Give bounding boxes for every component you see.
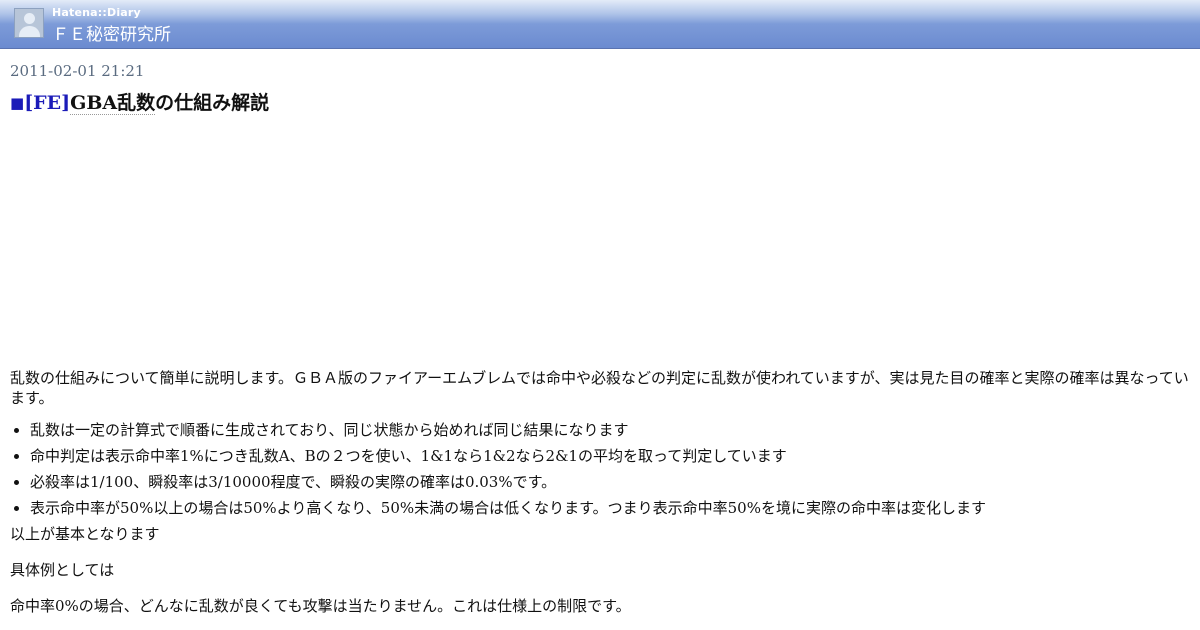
entry-content: 2011-02-01 21:21 ■[FE]GBA乱数の仕組み解説 乱数の仕組み… (10, 62, 1190, 616)
blog-title-link[interactable]: ＦＥ秘密研究所 (52, 20, 171, 45)
title-text: の仕組み解説 (155, 92, 270, 114)
hatena-diary-brand[interactable]: Hatena::Diary (52, 6, 141, 19)
blog-header: Hatena::Diary ＦＥ秘密研究所 (0, 0, 1200, 49)
list-item: 乱数は一定の計算式で順番に生成されており、同じ状態から始めれば同じ結果になります (30, 420, 1190, 440)
after-list-paragraph: 以上が基本となります (10, 525, 160, 543)
list-item: 必殺率は1/100、瞬殺率は3/10000程度で、瞬殺の実際の確率は0.03%で… (30, 472, 1190, 492)
bullet-list: 乱数は一定の計算式で順番に生成されており、同じ状態から始めれば同じ結果になります… (10, 420, 1190, 518)
list-item: 表示命中率が50%以上の場合は50%より高くなり、50%未満の場合は低くなります… (30, 498, 1190, 518)
intro-paragraph: 乱数の仕組みについて簡単に説明します。ＧＢＡ版のファイアーエムブレムでは命中や必… (10, 369, 1189, 407)
blank-ad-area (10, 116, 1190, 368)
title-keyword-link[interactable]: GBA乱数 (70, 92, 156, 115)
entry-date: 2011-02-01 21:21 (10, 62, 145, 80)
list-item: 命中判定は表示命中率1%につき乱数A、Bの２つを使い、1&1なら1&2なら2&1… (30, 446, 1190, 466)
entry-title: ■[FE]GBA乱数の仕組み解説 (10, 90, 1190, 116)
last-paragraph: 命中率0%の場合、どんなに乱数が良くても攻撃は当たりません。これは仕様上の制限で… (10, 597, 631, 615)
section-paragraph: 具体例としては (10, 561, 115, 579)
entry-square-icon: ■ (10, 94, 25, 112)
user-avatar-icon[interactable] (14, 8, 44, 38)
category-link[interactable]: [FE] (24, 92, 70, 114)
